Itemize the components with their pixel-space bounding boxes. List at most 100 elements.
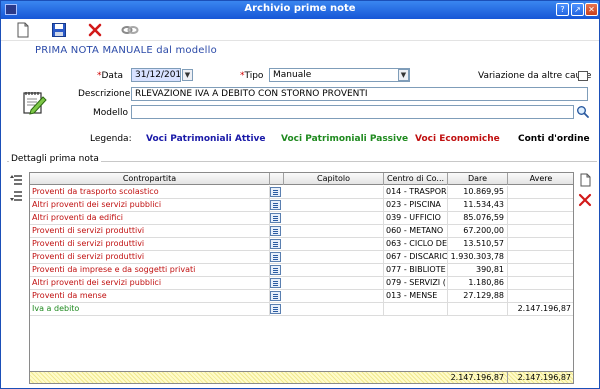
cell-dare[interactable]: 10.869,95: [448, 186, 508, 198]
cell-capitolo[interactable]: [284, 225, 384, 237]
table-row[interactable]: Proventi da imprese e da soggetti privat…: [30, 264, 573, 277]
col-centro[interactable]: Centro di Co...: [384, 173, 448, 185]
red-x-icon[interactable]: [87, 22, 103, 38]
cell-dare[interactable]: 11.534,43: [448, 199, 508, 211]
floppy-save-icon[interactable]: [51, 22, 67, 38]
cell-avere[interactable]: [508, 251, 574, 263]
cell-capitolo[interactable]: [284, 238, 384, 250]
cell-dare[interactable]: 390,81: [448, 264, 508, 276]
account-tree-icon[interactable]: [270, 226, 281, 236]
cell-dare[interactable]: 27.129,88: [448, 290, 508, 302]
tipo-dropdown-button[interactable]: ▼: [398, 69, 409, 81]
cell-contropartita[interactable]: Proventi da trasporto scolastico: [30, 186, 270, 198]
account-tree-icon[interactable]: [270, 304, 281, 314]
table-row[interactable]: Proventi di servizi produttivi 067 - DISC…: [30, 251, 573, 264]
cell-capitolo[interactable]: [284, 212, 384, 224]
cell-avere[interactable]: 2.147.196,87: [508, 303, 574, 315]
cell-dare[interactable]: 13.510,57: [448, 238, 508, 250]
cell-avere[interactable]: [508, 186, 574, 198]
table-row[interactable]: Proventi di servizi produttivi 063 - CICL…: [30, 238, 573, 251]
search-icon[interactable]: [576, 105, 589, 119]
date-dropdown-button[interactable]: ▼: [182, 69, 193, 81]
cell-contropartita[interactable]: Proventi di servizi produttivi: [30, 251, 270, 263]
account-tree-icon[interactable]: [270, 200, 281, 210]
cell-dare[interactable]: 85.076,59: [448, 212, 508, 224]
table-row[interactable]: Proventi da trasporto scolastico 014 - TR…: [30, 186, 573, 199]
cell-contropartita[interactable]: Proventi di servizi produttivi: [30, 238, 270, 250]
cell-contropartita[interactable]: Proventi da mense: [30, 290, 270, 302]
cell-contropartita[interactable]: Altri proventi da edifici: [30, 212, 270, 224]
variazione-checkbox[interactable]: [578, 71, 588, 81]
cell-contropartita[interactable]: Altri proventi dei servizi pubblici: [30, 277, 270, 289]
account-tree-icon[interactable]: [270, 278, 281, 288]
cell-contropartita[interactable]: Altri proventi dei servizi pubblici: [30, 199, 270, 211]
cell-centro[interactable]: 077 - BIBLIOTE: [384, 264, 448, 276]
cell-capitolo[interactable]: [284, 277, 384, 289]
cell-avere[interactable]: [508, 264, 574, 276]
cell-avere[interactable]: [508, 277, 574, 289]
table-row[interactable]: Altri proventi da edifici 039 - UFFICIO 85…: [30, 212, 573, 225]
account-tree-icon[interactable]: [270, 213, 281, 223]
close-window-button[interactable]: ✕: [585, 3, 598, 16]
col-avere[interactable]: Avere: [508, 173, 574, 185]
cell-avere[interactable]: [508, 212, 574, 224]
col-capitolo[interactable]: Capitolo: [284, 173, 384, 185]
add-row-icon[interactable]: [578, 173, 592, 187]
date-field[interactable]: 31/12/2015: [131, 68, 181, 82]
cell-dare[interactable]: [448, 303, 508, 315]
descrizione-input[interactable]: RLEVAZIONE IVA A DEBITO CON STORNO PROVE…: [131, 87, 588, 101]
table-row[interactable]: Iva a debito 2.147.196,87: [30, 303, 573, 316]
account-tree-icon[interactable]: [270, 291, 281, 301]
maximize-button[interactable]: ↗: [571, 3, 584, 16]
cell-capitolo[interactable]: [284, 303, 384, 315]
account-tree-icon[interactable]: [270, 265, 281, 275]
account-tree-icon[interactable]: [270, 187, 281, 197]
cell-centro[interactable]: 063 - CICLO DE: [384, 238, 448, 250]
modello-input[interactable]: [131, 105, 574, 119]
prima-nota-grid: Contropartita Capitolo Centro di Co... D…: [29, 172, 574, 384]
cell-centro[interactable]: 023 - PISCINA: [384, 199, 448, 211]
cell-dare[interactable]: 1.930.303,78: [448, 251, 508, 263]
cell-avere[interactable]: [508, 199, 574, 211]
section-title: PRIMA NOTA MANUALE dal modello: [35, 45, 217, 56]
cell-avere[interactable]: [508, 225, 574, 237]
toolbar: [1, 19, 599, 41]
move-down-rows-icon[interactable]: [9, 189, 23, 203]
cell-capitolo[interactable]: [284, 290, 384, 302]
account-tree-icon[interactable]: [270, 239, 281, 249]
legend-label: Legenda:: [90, 134, 132, 144]
cell-contropartita[interactable]: Proventi da imprese e da soggetti privat…: [30, 264, 270, 276]
col-dare[interactable]: Dare: [448, 173, 508, 185]
new-document-icon[interactable]: [15, 22, 31, 38]
cell-centro[interactable]: 013 - MENSE: [384, 290, 448, 302]
delete-row-icon[interactable]: [578, 193, 592, 207]
cell-centro[interactable]: 067 - DISCARIC: [384, 251, 448, 263]
cell-capitolo[interactable]: [284, 264, 384, 276]
cell-contropartita[interactable]: Iva a debito: [30, 303, 270, 315]
cell-capitolo[interactable]: [284, 199, 384, 211]
notepad-pencil-icon: [23, 92, 47, 115]
cell-avere[interactable]: [508, 290, 574, 302]
table-row[interactable]: Proventi di servizi produttivi 060 - META…: [30, 225, 573, 238]
move-up-rows-icon[interactable]: [9, 173, 23, 187]
cell-centro[interactable]: 060 - METANO: [384, 225, 448, 237]
tipo-label: *Tipo: [240, 71, 264, 81]
table-row[interactable]: Altri proventi dei servizi pubblici 079 -…: [30, 277, 573, 290]
cell-centro[interactable]: 039 - UFFICIO: [384, 212, 448, 224]
cell-avere[interactable]: [508, 238, 574, 250]
cell-dare[interactable]: 67.200,00: [448, 225, 508, 237]
account-tree-icon[interactable]: [270, 252, 281, 262]
cell-capitolo[interactable]: [284, 251, 384, 263]
help-button[interactable]: ?: [556, 3, 569, 16]
table-row[interactable]: Altri proventi dei servizi pubblici 023 -…: [30, 199, 573, 212]
table-row[interactable]: Proventi da mense 013 - MENSE 27.129,88: [30, 290, 573, 303]
chain-link-icon[interactable]: [121, 22, 139, 38]
cell-capitolo[interactable]: [284, 186, 384, 198]
cell-centro[interactable]: 079 - SERVIZI (: [384, 277, 448, 289]
cell-dare[interactable]: 1.180,86: [448, 277, 508, 289]
tipo-select[interactable]: Manuale: [269, 68, 410, 82]
cell-centro[interactable]: [384, 303, 448, 315]
col-contropartita[interactable]: Contropartita: [30, 173, 270, 185]
cell-centro[interactable]: 014 - TRASPOR: [384, 186, 448, 198]
cell-contropartita[interactable]: Proventi di servizi produttivi: [30, 225, 270, 237]
